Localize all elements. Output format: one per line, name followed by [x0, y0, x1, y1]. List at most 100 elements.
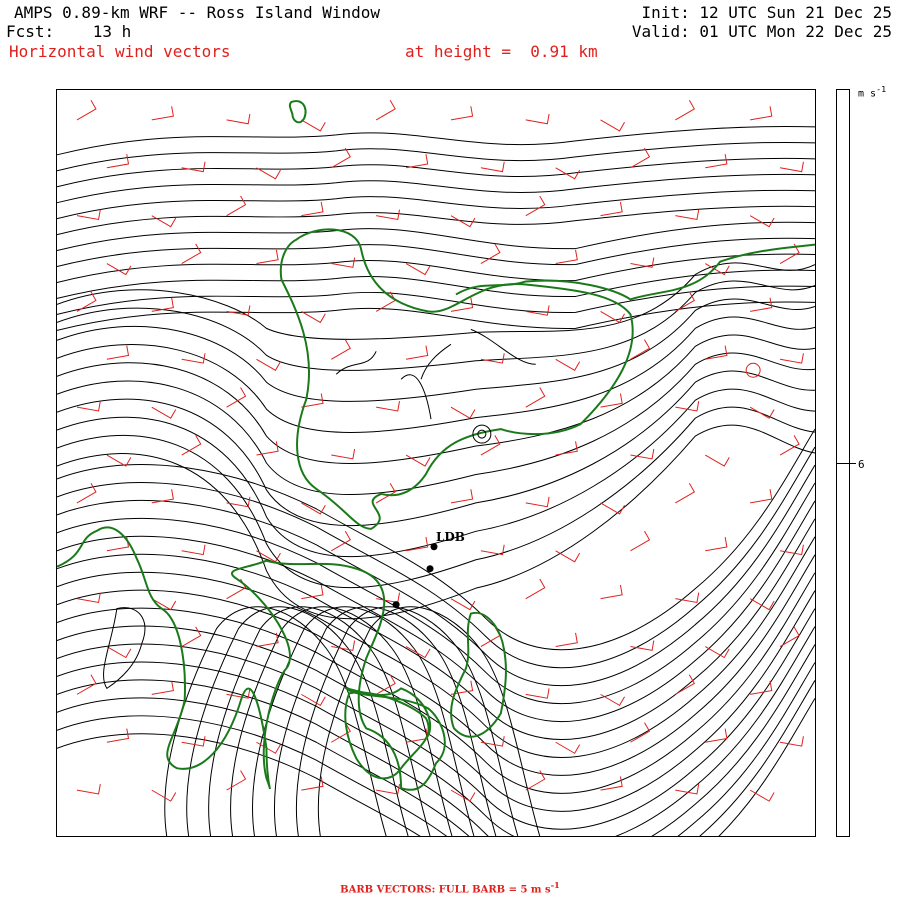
wind-barb: [600, 502, 625, 515]
wind-barb: [675, 100, 696, 121]
wind-barb: [600, 776, 623, 791]
wind-barb: [600, 584, 623, 600]
wind-barb: [705, 537, 728, 552]
init-time: Init: 12 UTC Sun 21 Dec 25: [641, 3, 892, 22]
wind-barb: [525, 578, 546, 600]
wind-barb: [630, 530, 651, 552]
streamline: [57, 370, 815, 527]
wind-barb: [450, 598, 476, 611]
wind-barb: [450, 406, 476, 419]
wind-barb: [76, 100, 97, 121]
wind-barb: [555, 632, 578, 647]
wind-barb: [450, 489, 474, 504]
wind-barb: [301, 584, 324, 600]
coastline-islet: [288, 100, 307, 124]
wind-barb: [226, 770, 247, 791]
wind-barb: [480, 161, 505, 173]
wind-barb: [705, 646, 730, 659]
streamline: [57, 334, 815, 464]
wind-barb: [600, 393, 623, 408]
wind-barb: [555, 441, 578, 456]
wind-barb: [181, 161, 206, 173]
scale-tick: [836, 463, 856, 464]
wind-barb: [749, 215, 775, 228]
map-frame[interactable]: LDB: [56, 89, 816, 837]
field-subtitle: Horizontal wind vectors: [9, 42, 231, 61]
height-label: at height = 0.91 km: [405, 42, 598, 61]
streamline: [57, 608, 815, 830]
station-marker-2: [426, 565, 434, 573]
wind-barb: [151, 297, 174, 312]
wind-barb: [331, 339, 351, 360]
wind-barb: [106, 646, 132, 659]
wind-barb: [301, 201, 324, 217]
wind-barb: [76, 209, 101, 221]
scale-units: m s-1: [858, 84, 887, 100]
streamline: [57, 590, 815, 812]
wind-barb: [779, 161, 804, 173]
wind-barb: [76, 674, 97, 695]
wind-barb: [181, 544, 206, 556]
streamline: [295, 606, 519, 836]
streamline: [57, 173, 815, 204]
wind-barb: [600, 201, 623, 217]
streamline: [57, 464, 815, 687]
coastline-ross-island: [279, 228, 634, 530]
wind-barb: [405, 154, 429, 169]
wind-barb: [106, 154, 130, 169]
wind-barb: [151, 106, 174, 121]
wind-barb: [450, 106, 474, 121]
streamline: [57, 572, 815, 794]
streamlines: [57, 125, 815, 836]
wind-barb: [480, 353, 505, 364]
wind-barb: [226, 387, 247, 408]
streamline: [57, 626, 815, 836]
wind-barb: [226, 113, 251, 125]
station-marker-3: [392, 601, 400, 609]
streamline: [57, 141, 815, 172]
streamline: [186, 606, 409, 836]
streamline: [57, 237, 815, 268]
wind-barb: [181, 243, 202, 264]
wind-barb: [555, 550, 581, 563]
wind-barb: [375, 100, 396, 121]
wind-barb: [600, 119, 625, 132]
streamline: [57, 698, 815, 836]
wind-barb: [555, 167, 581, 180]
wind-barb: [301, 502, 326, 515]
streamline: [57, 662, 815, 836]
wind-barb: [151, 789, 177, 802]
wind-barb: [555, 358, 581, 371]
wind-barb: [525, 496, 550, 508]
wind-barb: [675, 483, 696, 504]
wind-barb: [525, 688, 550, 699]
streamline: [57, 280, 815, 371]
streamline: [57, 205, 815, 236]
wind-barb: [405, 537, 429, 552]
wind-barb: [555, 249, 578, 265]
wind-barb: [600, 693, 625, 707]
wind-barb: [525, 113, 550, 125]
wind-barb: [76, 483, 97, 504]
map-plot[interactable]: LDB: [57, 90, 815, 836]
wind-barb: [779, 435, 800, 456]
wind-barb: [525, 770, 546, 791]
streamline: [57, 446, 815, 669]
streamline: [57, 680, 815, 836]
wind-barb: [106, 454, 132, 467]
wind-barb: [375, 674, 396, 695]
streamline: [57, 157, 815, 188]
coastline-south-peninsula: [450, 611, 507, 738]
wind-barb: [675, 592, 700, 604]
streamline: [164, 606, 387, 836]
streamline: [57, 189, 815, 220]
forecast-hour: Fcst: 13 h: [6, 22, 132, 41]
wind-barb: [750, 680, 773, 695]
coastline: [57, 100, 815, 791]
streamline: [57, 125, 815, 156]
wind-barb: [106, 345, 130, 360]
streamline: [57, 536, 815, 758]
streamline: [57, 482, 815, 705]
wind-barb: [525, 387, 546, 408]
wind-barb: [749, 406, 775, 419]
